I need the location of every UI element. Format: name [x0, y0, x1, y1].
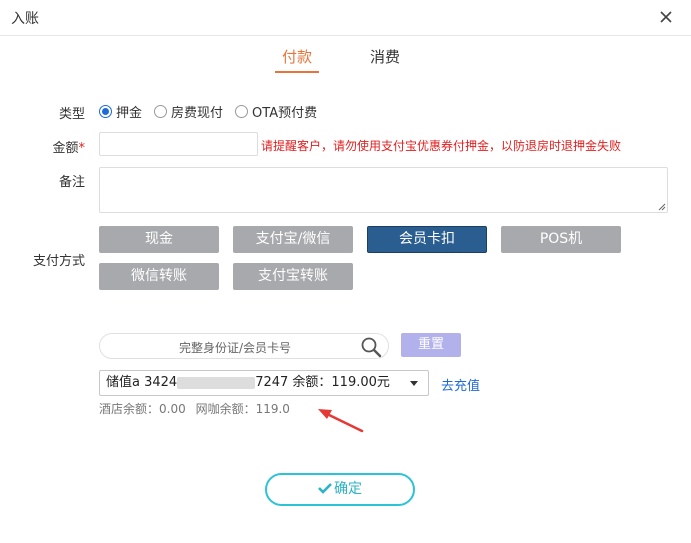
pay-wechat-transfer-button[interactable]: 微信转账 — [99, 263, 219, 290]
confirm-label: 确定 — [334, 481, 362, 497]
amount-input[interactable] — [99, 132, 258, 156]
resize-handle-icon[interactable] — [656, 201, 666, 211]
search-placeholder: 完整身份证/会员卡号 — [178, 341, 292, 355]
tab-consumption[interactable]: 消费 — [363, 46, 407, 67]
amount-label-text: 金额 — [52, 141, 79, 156]
radio-room-fee-cash-label: 房费现付 — [171, 105, 224, 121]
pay-alipay-wechat-button[interactable]: 支付宝/微信 — [233, 226, 353, 253]
radio-dot — [235, 104, 249, 118]
recharge-link[interactable]: 去充值 — [441, 375, 480, 394]
remark-label: 备注 — [58, 175, 85, 190]
amount-warning-note: 请提醒客户，请勿使用支付宝优惠券付押金，以防退房时退押金失败 — [261, 139, 622, 153]
confirm-button[interactable]: 确定 — [265, 473, 415, 506]
close-icon[interactable] — [655, 6, 677, 28]
annotation-arrow — [318, 409, 364, 433]
amount-label: 金额* — [25, 137, 85, 156]
radio-deposit[interactable]: 押金 — [99, 102, 142, 121]
member-card-select[interactable]: 储值a 3424 7247 余额：119.00元 — [99, 370, 429, 396]
pay-pos-button[interactable]: POS机 — [501, 226, 621, 253]
type-label: 类型 — [58, 107, 85, 122]
radio-ota-prepaid[interactable]: OTA预付费 — [235, 102, 317, 121]
dialog-title: 入账 — [11, 11, 39, 27]
tab-payment[interactable]: 付款 — [275, 46, 319, 73]
remark-textarea[interactable] — [99, 167, 668, 213]
pay-member-card-button[interactable]: 会员卡扣 — [367, 226, 487, 253]
radio-deposit-label: 押金 — [116, 105, 143, 121]
dialog-titlebar: 入账 — [0, 0, 691, 36]
hotel-balance: 酒店余额：0.00 — [99, 402, 186, 416]
required-mark: * — [78, 141, 86, 156]
pay-cash-button[interactable]: 现金 — [99, 226, 219, 253]
card-select-suffix: 7247 余额：119.00元 — [255, 375, 390, 390]
payment-method-label: 支付方式 — [32, 254, 85, 269]
balance-info: 酒店余额：0.00 网咖余额：119.0 — [99, 400, 296, 417]
search-icon[interactable] — [360, 336, 382, 358]
tab-bar: 付款 消费 — [0, 36, 691, 76]
redacted-id — [177, 376, 256, 389]
radio-room-fee-cash[interactable]: 房费现付 — [154, 102, 223, 121]
netcafe-balance: 网咖余额：119.0 — [195, 402, 290, 416]
pay-alipay-transfer-button[interactable]: 支付宝转账 — [233, 263, 353, 290]
card-select-prefix: 储值a 3424 — [106, 375, 178, 390]
tab-active-underline — [275, 71, 319, 73]
chevron-down-icon — [410, 381, 418, 386]
radio-dot — [154, 104, 168, 118]
radio-dot — [99, 104, 112, 118]
tab-payment-label: 付款 — [281, 48, 312, 66]
reset-button[interactable]: 重置 — [401, 333, 461, 357]
type-radio-group: 押金 房费现付 OTA预付费 — [99, 102, 329, 121]
check-icon — [318, 483, 332, 494]
radio-ota-prepaid-label: OTA预付费 — [252, 105, 318, 121]
member-search-input[interactable]: 完整身份证/会员卡号 — [99, 333, 389, 359]
